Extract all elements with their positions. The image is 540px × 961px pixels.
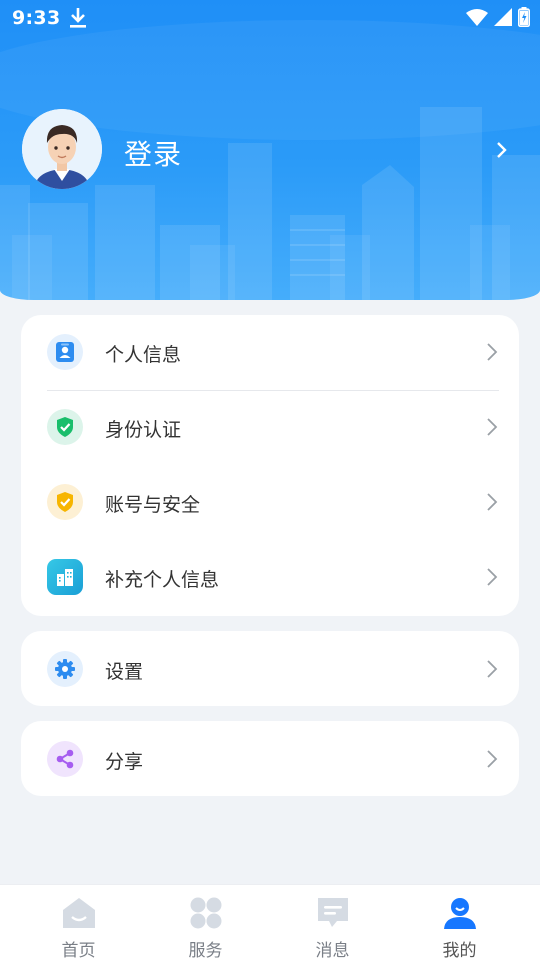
home-icon — [63, 898, 95, 928]
menu-item-supplement-info[interactable]: 补充个人信息 — [21, 541, 519, 616]
status-time: 9:33 — [12, 7, 61, 29]
share-card: 分享 — [21, 721, 519, 796]
menu-item-label: 个人信息 — [105, 344, 182, 366]
menu-item-label: 分享 — [105, 751, 144, 773]
menu-item-label: 身份认证 — [105, 419, 182, 441]
tab-services[interactable]: 服务 — [138, 885, 273, 961]
chevron-right-icon — [487, 343, 498, 361]
id-card-icon — [56, 342, 74, 362]
chevron-right-icon — [487, 660, 498, 678]
battery-icon — [518, 7, 530, 27]
avatar[interactable] — [22, 109, 102, 189]
settings-card: 设置 — [21, 631, 519, 706]
menu-item-share[interactable]: 分享 — [21, 721, 519, 796]
gear-icon — [55, 659, 75, 679]
tab-home[interactable]: 首页 — [11, 885, 146, 961]
menu-item-account-security[interactable]: 账号与安全 — [21, 466, 519, 541]
chevron-right-icon — [487, 750, 498, 768]
signal-icon — [494, 8, 512, 26]
chevron-right-icon — [487, 568, 498, 586]
chevron-right-icon[interactable] — [494, 139, 510, 161]
tab-messages[interactable]: 消息 — [265, 885, 400, 961]
chevron-right-icon — [487, 493, 498, 511]
login-link[interactable]: 登录 — [124, 133, 182, 173]
user-icon — [444, 898, 476, 929]
tab-label: 消息 — [315, 941, 350, 961]
menu-item-label: 账号与安全 — [105, 494, 201, 516]
shield-lock-icon — [57, 492, 73, 512]
tab-label: 我的 — [442, 941, 477, 961]
menu-item-label: 补充个人信息 — [105, 569, 220, 591]
message-icon — [318, 898, 348, 927]
chevron-right-icon — [487, 418, 498, 436]
wifi-icon — [466, 9, 488, 26]
share-icon — [56, 749, 74, 769]
download-icon — [70, 8, 86, 28]
grid-icon — [190, 897, 222, 929]
menu-item-identity-verification[interactable]: 身份认证 — [21, 391, 519, 466]
male-avatar-illustration — [22, 109, 102, 189]
building-icon — [57, 569, 73, 586]
status-bar: 9:33 — [0, 0, 540, 36]
menu-item-settings[interactable]: 设置 — [21, 631, 519, 706]
shield-check-icon — [57, 417, 73, 437]
menu-item-personal-info[interactable]: 个人信息 — [21, 315, 519, 390]
bottom-tab-bar: 首页 服务 消息 我的 — [0, 884, 540, 961]
tab-label: 首页 — [61, 941, 96, 961]
account-menu-card: 个人信息 身份认证 账号与安全 补充个人信息 — [21, 315, 519, 616]
menu-item-label: 设置 — [105, 661, 144, 683]
tab-mine[interactable]: 我的 — [392, 885, 527, 961]
tab-label: 服务 — [188, 941, 223, 961]
